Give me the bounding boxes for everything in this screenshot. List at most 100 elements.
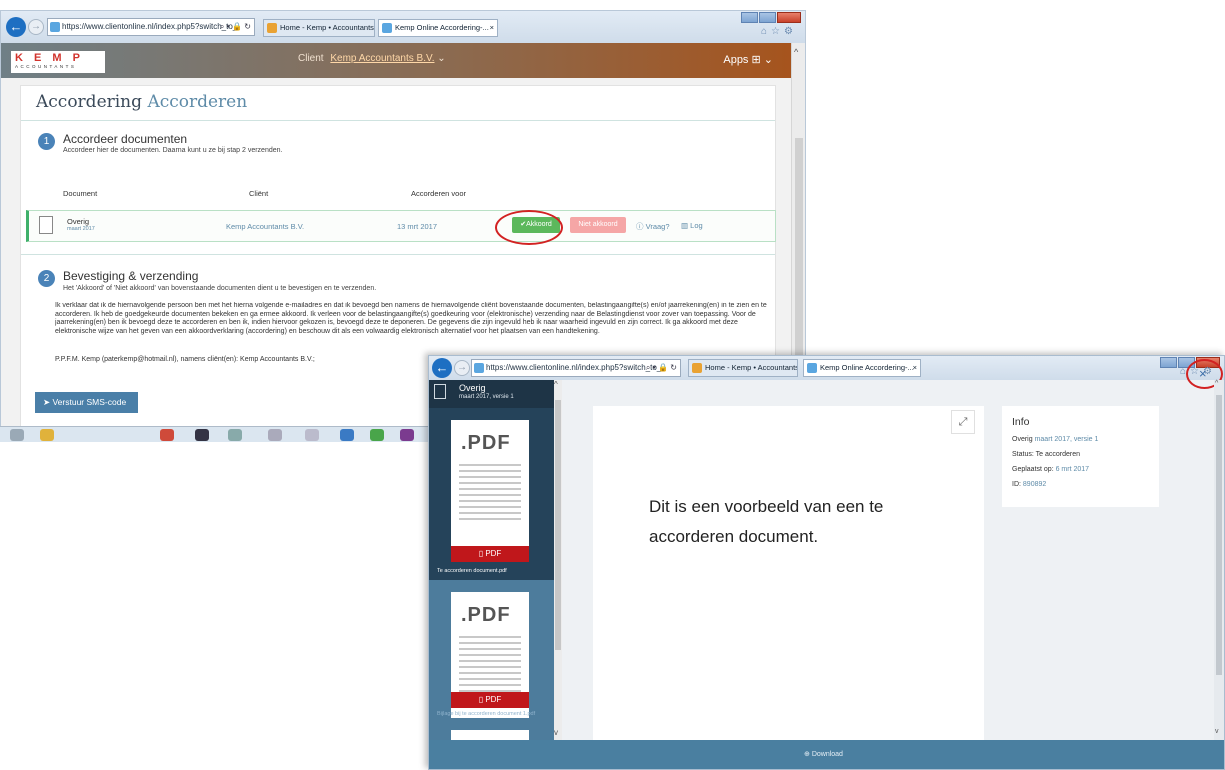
document-date: maart 2017 [67, 226, 95, 232]
address-bar[interactable]: https://www.clientonline.nl/index.php5?s… [47, 18, 255, 36]
tab-accordering[interactable]: Kemp Online Accordering-... × [803, 359, 921, 377]
taskbar-app-icon[interactable] [228, 429, 242, 441]
download-icon: ⊕ [804, 751, 812, 758]
highlight-circle-approve [495, 210, 563, 245]
scroll-thumb[interactable] [555, 400, 561, 650]
taskbar-app-icon[interactable] [400, 429, 414, 441]
logo-text: K E M P [15, 52, 84, 64]
text-lines [459, 636, 521, 696]
pdf-thumbnail-partial [451, 730, 529, 740]
tab-home-label: Home - Kemp • Accountants [705, 363, 798, 372]
pdf-badge: ▯ PDF [451, 692, 529, 708]
text-lines [459, 464, 521, 524]
window-controls [740, 12, 801, 24]
sidebar-subtitle: maart 2017, versie 1 [459, 394, 514, 400]
kemp-logo[interactable]: K E M P ACCOUNTANTS [11, 51, 105, 73]
app-header: K E M P ACCOUNTANTS Client Kemp Accounta… [1, 43, 793, 78]
scroll-thumb[interactable] [1216, 395, 1222, 675]
tab-accordering-label: Kemp Online Accordering-... [820, 363, 914, 372]
question-link[interactable]: ⓘ Vraag? [636, 221, 670, 232]
document-preview-text: Dit is een voorbeeld van een te accorder… [649, 497, 884, 546]
log-link[interactable]: ▥ Log [681, 221, 703, 230]
browser-window-viewer: ← → https://www.clientonline.nl/index.ph… [428, 355, 1225, 770]
divider [21, 120, 775, 121]
info-panel: Info Overig maart 2017, versie 1 Status:… [1002, 406, 1159, 507]
taskbar-app-icon[interactable] [268, 429, 282, 441]
back-arrow-icon[interactable]: ← [6, 17, 26, 37]
step1-subtitle: Accordeer hier de documenten. Daarna kun… [63, 147, 283, 154]
tab-favicon-icon [692, 363, 702, 373]
document-client: Kemp Accountants B.V. [226, 222, 305, 231]
thumbnail-item[interactable]: .PDF ▯ PDF Bijlage bij te accorderen doc… [429, 580, 554, 740]
document-icon [434, 384, 446, 399]
address-bar[interactable]: https://www.clientonline.nl/index.php5?s… [471, 359, 681, 377]
download-button[interactable]: ⊕ Download [804, 750, 843, 758]
taskbar-app-icon[interactable] [40, 429, 54, 441]
maximize-button[interactable] [759, 12, 776, 23]
step1-title: Accordeer documenten [63, 132, 188, 146]
scroll-up-icon[interactable]: ^ [794, 47, 798, 57]
tab-favicon-icon [267, 23, 277, 33]
declaration-text: Ik verklaar dat ik de hiernavolgende per… [55, 302, 767, 335]
chevron-down-icon: ⌄ [763, 54, 773, 66]
forward-arrow-icon[interactable]: → [454, 360, 470, 376]
document-viewer: ⤢ Dit is een voorbeeld van een te accord… [593, 406, 984, 740]
info-document: Overig maart 2017, versie 1 [1012, 436, 1099, 443]
address-controls-icon[interactable]: ⌕ ▾ 🔒 ↻ [646, 360, 677, 376]
forward-arrow-icon[interactable]: → [28, 19, 44, 35]
step2-subtitle: Het 'Akkoord' of 'Niet akkoord' van bove… [63, 285, 377, 292]
taskbar-app-icon[interactable] [305, 429, 319, 441]
taskbar-app-icon[interactable] [340, 429, 354, 441]
minimize-button[interactable] [741, 12, 758, 23]
step1-number: 1 [38, 133, 55, 150]
grid-icon: ⊞ [751, 54, 761, 66]
window-close-button[interactable] [777, 12, 801, 23]
tab-home[interactable]: Home - Kemp • Accountants [263, 19, 375, 37]
apps-menu[interactable]: Apps ⊞ ⌄ [723, 53, 773, 66]
send-sms-code-button[interactable]: ➤ Verstuur SMS-code [35, 392, 138, 413]
document-sidebar: Overig maart 2017, versie 1 .PDF ▯ PDF T… [429, 380, 562, 740]
thumbnail-caption: Bijlage bij te accorderen document 1.pdf [437, 711, 536, 717]
log-icon: ▥ [681, 221, 691, 230]
scroll-up-icon[interactable]: ^ [1215, 380, 1218, 387]
scroll-up-icon[interactable]: ^ [554, 380, 558, 389]
document-row[interactable]: Overig maart 2017 Kemp Accountants B.V. … [26, 210, 776, 242]
browser-toolbar: ← → https://www.clientonline.nl/index.ph… [429, 356, 1224, 380]
info-title: Info [1012, 416, 1030, 428]
address-controls-icon[interactable]: ⌕ ▾ 🔒 ↻ [220, 19, 251, 35]
back-arrow-icon[interactable]: ← [432, 358, 452, 378]
reject-button[interactable]: Niet akkoord [570, 217, 626, 233]
scroll-down-icon[interactable]: v [1215, 728, 1219, 735]
tab-close-icon[interactable]: × [490, 20, 494, 36]
client-label: Client [298, 53, 324, 64]
thumbnail-item[interactable]: .PDF ▯ PDF Te accorderen document.pdf [429, 408, 554, 580]
column-header-deadline: Accorderen voor [411, 189, 467, 198]
start-icon[interactable] [10, 429, 24, 441]
tab-home[interactable]: Home - Kemp • Accountants [688, 359, 798, 377]
taskbar-app-icon[interactable] [370, 429, 384, 441]
client-name[interactable]: Kemp Accountants B.V. [330, 53, 434, 64]
tab-close-icon[interactable]: × [913, 360, 917, 376]
document-name: Overig [67, 217, 90, 226]
page-scrollbar[interactable]: ^ v [1214, 380, 1224, 740]
pdf-label: .PDF [461, 604, 511, 626]
viewer-footer: ⊕ Download [429, 740, 1224, 769]
sidebar-scrollbar[interactable]: ^ v [554, 380, 562, 740]
address-url: https://www.clientonline.nl/index.php5?s… [62, 22, 238, 31]
minimize-button[interactable] [1160, 357, 1177, 368]
pdf-thumbnail: .PDF [451, 420, 529, 546]
client-selector[interactable]: Client Kemp Accountants B.V. ⌄ [298, 53, 446, 64]
taskbar-app-icon[interactable] [160, 429, 174, 441]
apps-label: Apps [723, 54, 749, 66]
taskbar-app-icon[interactable] [195, 429, 209, 441]
expand-icon[interactable]: ⤢ [951, 410, 975, 434]
tab-accordering[interactable]: Kemp Online Accordering-... × [378, 19, 498, 37]
tab-favicon-icon [807, 363, 817, 373]
scroll-down-icon[interactable]: v [554, 728, 558, 737]
sidebar-title: Overig [459, 383, 486, 393]
browser-tools-icons[interactable]: ⌂☆⚙ [761, 26, 797, 37]
divider [21, 254, 775, 255]
logo-subtext: ACCOUNTANTS [15, 64, 77, 69]
thumbnail-caption: Te accorderen document.pdf [437, 568, 507, 574]
step2-title: Bevestiging & verzending [63, 269, 199, 283]
